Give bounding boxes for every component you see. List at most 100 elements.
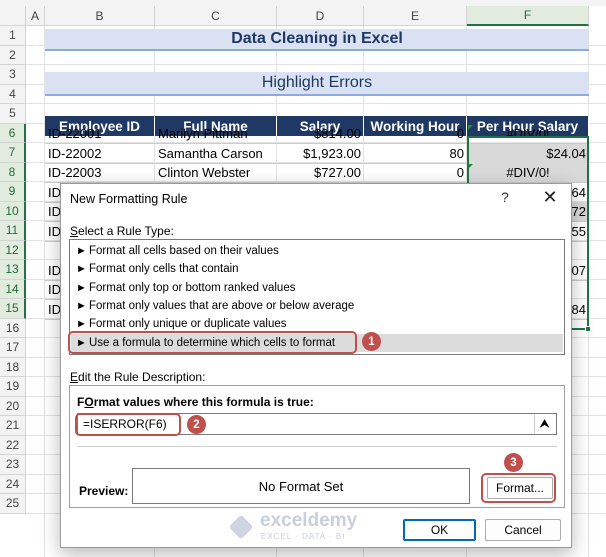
row-header-21[interactable]: 21 bbox=[0, 416, 26, 436]
row-header-12[interactable]: 12 bbox=[0, 240, 26, 260]
row-header-10[interactable]: 10 bbox=[0, 201, 26, 221]
row-header-14[interactable]: 14 bbox=[0, 279, 26, 299]
row-header-2[interactable]: 2 bbox=[0, 45, 26, 65]
callout-badge-3: 3 bbox=[504, 453, 523, 472]
column-header-b[interactable]: B bbox=[45, 6, 155, 26]
table-cell[interactable]: $727.00 bbox=[277, 163, 364, 183]
rule-type-label: Format only top or bottom ranked values bbox=[89, 281, 296, 294]
table-cell[interactable]: 07 bbox=[572, 261, 589, 281]
rule-type-item-1[interactable]: ► Format all cells based on their values bbox=[71, 242, 563, 260]
fill-handle[interactable] bbox=[585, 326, 591, 332]
row-header-16[interactable]: 16 bbox=[0, 318, 26, 338]
table-cell[interactable]: 72 bbox=[572, 202, 589, 222]
row-header-8[interactable]: 8 bbox=[0, 162, 26, 182]
description-separator bbox=[77, 446, 557, 447]
row-header-23[interactable]: 23 bbox=[0, 455, 26, 475]
error-indicator-icon[interactable] bbox=[468, 125, 473, 130]
row-header-13[interactable]: 13 bbox=[0, 260, 26, 280]
table-cell[interactable]: ID bbox=[45, 261, 60, 281]
rule-type-label: Format only values that are above or bel… bbox=[89, 299, 355, 312]
gridline bbox=[26, 64, 606, 65]
column-header-c[interactable]: C bbox=[155, 6, 277, 26]
table-cell[interactable]: 80 bbox=[364, 144, 467, 164]
row-header-6[interactable]: 6 bbox=[0, 123, 26, 143]
table-cell[interactable]: ID bbox=[45, 183, 60, 203]
rule-type-item-3[interactable]: ► Format only top or bottom ranked values bbox=[71, 279, 563, 297]
rule-type-label: Format all cells based on their values bbox=[89, 245, 279, 257]
row-header-9[interactable]: 9 bbox=[0, 182, 26, 202]
rule-arrow-icon: ► bbox=[76, 299, 87, 312]
preview-label: Preview: bbox=[79, 484, 129, 498]
rule-type-item-4[interactable]: ► Format only values that are above or be… bbox=[71, 297, 563, 315]
cancel-button[interactable]: Cancel bbox=[485, 519, 561, 541]
table-cell[interactable]: ID bbox=[45, 222, 60, 242]
table-cell[interactable]: ID bbox=[45, 300, 60, 320]
table-cell[interactable]: ID-22003 bbox=[45, 163, 155, 183]
error-indicator-icon[interactable] bbox=[468, 164, 473, 169]
row-header-4[interactable]: 4 bbox=[0, 84, 26, 104]
table-cell[interactable]: $814.00 bbox=[277, 124, 364, 144]
column-header-d[interactable]: D bbox=[277, 6, 364, 26]
rule-type-item-6[interactable]: ► Use a formula to determine which cells … bbox=[71, 333, 563, 352]
rule-description-panel: FOrmat values where this formula is true… bbox=[69, 385, 565, 508]
rule-arrow-icon: ► bbox=[76, 336, 87, 349]
table-cell[interactable]: ID bbox=[45, 280, 60, 300]
table-cell[interactable]: #DIV/0! bbox=[467, 163, 589, 183]
table-cell[interactable]: 64 bbox=[572, 183, 589, 203]
table-cell[interactable]: Samantha Carson bbox=[155, 144, 277, 164]
table-cell[interactable]: Marilyn Pittman bbox=[155, 124, 277, 144]
row-header-7[interactable]: 7 bbox=[0, 143, 26, 163]
table-cell[interactable]: $1,923.00 bbox=[277, 144, 364, 164]
rule-type-item-2[interactable]: ► Format only cells that contain bbox=[71, 260, 563, 278]
row-header-15[interactable]: 15 bbox=[0, 299, 26, 319]
select-all-button[interactable] bbox=[0, 6, 26, 26]
row-header-24[interactable]: 24 bbox=[0, 474, 26, 494]
callout-badge-2: 2 bbox=[187, 415, 206, 434]
rule-description-label: Edit the Rule Description: bbox=[70, 370, 206, 384]
table-cell[interactable]: ID-22001 bbox=[45, 124, 155, 144]
row-header-3[interactable]: 3 bbox=[0, 65, 26, 85]
rule-type-item-5[interactable]: ► Format only unique or duplicate values bbox=[71, 315, 563, 333]
column-header-a[interactable]: A bbox=[26, 6, 45, 26]
row-header-22[interactable]: 22 bbox=[0, 435, 26, 455]
table-cell[interactable]: ID bbox=[45, 202, 60, 222]
row-header-25[interactable]: 25 bbox=[0, 494, 26, 514]
format-button[interactable]: Format... bbox=[487, 477, 553, 499]
row-header-1[interactable]: 1 bbox=[0, 26, 26, 46]
ribbon-edge bbox=[0, 0, 606, 6]
formula-input[interactable] bbox=[77, 413, 557, 435]
format-preview: No Format Set bbox=[132, 468, 470, 504]
row-header-18[interactable]: 18 bbox=[0, 357, 26, 377]
table-cell[interactable]: 84 bbox=[572, 300, 589, 320]
table-cell[interactable]: 55 bbox=[572, 222, 589, 242]
rule-arrow-icon: ► bbox=[76, 245, 87, 257]
table-cell[interactable]: Clinton Webster bbox=[155, 163, 277, 183]
row-header-19[interactable]: 19 bbox=[0, 377, 26, 397]
table-cell[interactable]: #DIV/0! bbox=[467, 124, 589, 144]
column-header-f[interactable]: F bbox=[467, 6, 589, 26]
ok-button[interactable]: OK bbox=[403, 519, 476, 541]
rule-type-list[interactable]: ► Format all cells based on their values ►… bbox=[69, 239, 565, 355]
rule-type-label: Format only unique or duplicate values bbox=[89, 318, 287, 331]
rule-type-label: Use a formula to determine which cells t… bbox=[89, 336, 336, 349]
rule-arrow-icon: ► bbox=[76, 281, 87, 294]
table-cell[interactable]: 0 bbox=[364, 124, 467, 144]
column-header-e[interactable]: E bbox=[364, 6, 467, 26]
row-header-20[interactable]: 20 bbox=[0, 396, 26, 416]
rule-type-label: Format only cells that contain bbox=[89, 263, 239, 276]
rule-type-label: Select a Rule Type: bbox=[70, 224, 174, 238]
row-header-17[interactable]: 17 bbox=[0, 338, 26, 358]
table-cell[interactable]: ID-22002 bbox=[45, 144, 155, 164]
dialog-title: New Formatting Rule bbox=[70, 192, 188, 206]
help-icon[interactable]: ? bbox=[501, 189, 509, 205]
sheet-title: Data Cleaning in Excel bbox=[45, 29, 589, 51]
table-cell[interactable]: $24.04 bbox=[467, 143, 589, 164]
rule-arrow-icon: ► bbox=[76, 318, 87, 331]
rule-arrow-icon: ► bbox=[76, 263, 87, 276]
collapse-dialog-icon[interactable]: ⮝ bbox=[534, 415, 554, 433]
row-header-11[interactable]: 11 bbox=[0, 221, 26, 241]
callout-badge-1: 1 bbox=[362, 332, 381, 351]
row-header-5[interactable]: 5 bbox=[0, 104, 26, 124]
table-cell[interactable]: 0 bbox=[364, 163, 467, 183]
close-icon[interactable]: ✕ bbox=[539, 186, 561, 208]
